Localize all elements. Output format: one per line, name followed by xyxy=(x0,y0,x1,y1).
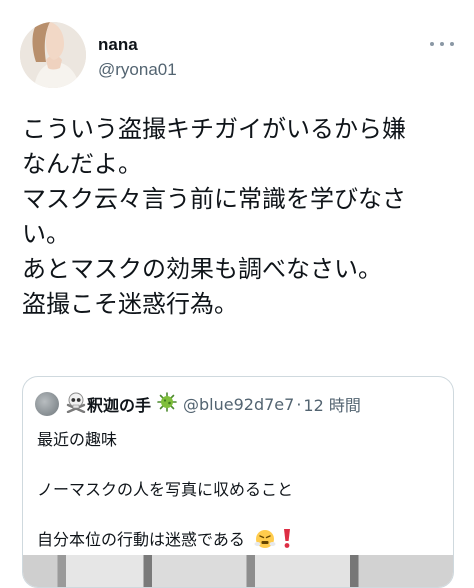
quoted-author-display-name[interactable]: 釈迦の手 xyxy=(87,392,151,416)
tweet-text: こういう盗撮キチガイがいるから嫌 なんだよ。 マスク云々言う前に常識を学びなさ … xyxy=(22,112,462,322)
exclamation-icon xyxy=(281,527,293,557)
tweet-text-line: マスク云々言う前に常識を学びなさ xyxy=(22,185,406,213)
separator-dot: · xyxy=(296,394,302,414)
tweet-text-line: こういう盗撮キチガイがいるから嫌 xyxy=(22,115,406,143)
quoted-tweet-media[interactable] xyxy=(23,555,453,587)
quoted-tweet-text: 最近の趣味 ノーマスクの人を写真に収めること 自分本位の行動は迷惑である xyxy=(37,427,447,553)
quoted-text-line-3: 自分本位の行動は迷惑である xyxy=(37,527,447,553)
quoted-tweet-time[interactable]: 12 時間 xyxy=(303,392,360,416)
more-dot xyxy=(440,42,444,46)
quoted-text-line: 自分本位の行動は迷惑である xyxy=(37,530,245,549)
quoted-author-avatar xyxy=(35,392,59,416)
quoted-text-line: 最近の趣味 xyxy=(37,430,118,449)
microbe-icon xyxy=(157,392,177,416)
quoted-author-handle[interactable]: @blue92d7e7 xyxy=(183,395,294,414)
quoted-tweet-header: 釈迦の手 @blue92d7e7 · 12 時間 xyxy=(35,391,361,417)
avatar-photo xyxy=(20,22,86,88)
tweet-text-line: あとマスクの効果も調べなさい。 xyxy=(22,255,382,283)
more-dot xyxy=(450,42,454,46)
author-handle[interactable]: @ryona01 xyxy=(98,60,177,80)
quoted-tweet[interactable]: 釈迦の手 @blue92d7e7 · 12 時間 最近の趣味 ノーマスクの人を写… xyxy=(22,376,454,588)
tweet-text-line: なんだよ。 xyxy=(22,150,142,178)
more-dot xyxy=(430,42,434,46)
tweet-text-line: い。 xyxy=(22,220,70,248)
quoted-text-line: ノーマスクの人を写真に収めること xyxy=(37,480,294,499)
tweet-text-line: 盗撮こそ迷惑行為。 xyxy=(22,290,238,318)
author-avatar[interactable] xyxy=(20,22,86,88)
author-display-name[interactable]: nana xyxy=(98,35,138,55)
more-options-icon[interactable] xyxy=(430,36,454,52)
steam-face-icon xyxy=(254,527,276,557)
skull-and-crossbones-icon xyxy=(65,391,87,417)
